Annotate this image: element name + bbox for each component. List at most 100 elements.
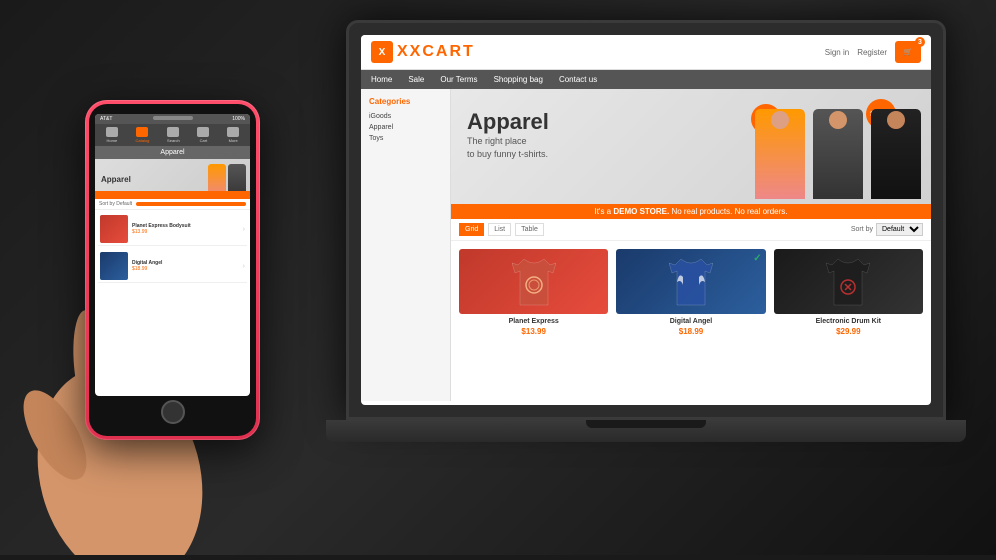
logo-x: X [397, 43, 410, 60]
nav-home[interactable]: Home [371, 75, 392, 84]
store-logo: X XXCART [371, 41, 475, 63]
product-name-2: Digital Angel [616, 318, 765, 325]
sidebar-categories-title: Categories [369, 97, 442, 106]
phone: AT&T 12:20 100% Home Catalog [85, 100, 260, 440]
phone-product-thumb-2 [100, 252, 128, 280]
phone-home-button[interactable] [161, 400, 185, 424]
nav-contactus[interactable]: Contact us [559, 75, 597, 84]
product-image-2: ✓ [616, 249, 765, 314]
store-nav: Home Sale Our Terms Shopping bag Contact… [361, 70, 931, 89]
products-header: Grid List Table Sort by Default [451, 219, 931, 241]
product-image-3 [774, 249, 923, 314]
search-icon [167, 127, 179, 137]
phone-nav-cart[interactable]: Cart [197, 127, 209, 143]
banner-demo-strip: It's a DEMO STORE. No real products. No … [451, 204, 931, 219]
phone-product-row-1[interactable]: Planet Express Bodysuit $13.99 › [98, 213, 247, 246]
phone-banner: Apparel [95, 159, 250, 199]
more-icon [227, 127, 239, 137]
figure-head-2 [829, 111, 847, 129]
cart-button[interactable]: 🛒 3 [895, 41, 921, 63]
phone-nav-more-label: More [229, 138, 238, 143]
phone-screen: AT&T 12:20 100% Home Catalog [95, 114, 250, 396]
tshirt-svg-2 [669, 257, 713, 307]
phone-product-price-2: $18.99 [132, 266, 239, 272]
product-price-1: $13.99 [459, 327, 608, 336]
phone-product-row-2[interactable]: Digital Angel $18.99 › [98, 250, 247, 283]
phone-banner-title: Apparel [101, 175, 131, 184]
phone-outer: AT&T 12:20 100% Home Catalog [85, 100, 260, 440]
nav-shoppingbag[interactable]: Shopping bag [494, 75, 543, 84]
phone-nav-catalog[interactable]: Catalog [136, 127, 150, 143]
product-name-1: Planet Express [459, 318, 608, 325]
product-price-3: $29.99 [774, 327, 923, 336]
figure-head-3 [887, 111, 905, 129]
tshirt-svg-3 [826, 257, 870, 307]
sort-by: Sort by Default [851, 223, 923, 236]
sidebar-item-toys[interactable]: Toys [369, 133, 442, 144]
cart-icon [197, 127, 209, 137]
cart-count: 3 [915, 37, 925, 47]
scene: X XXCART Sign in Register 🛒 3 [0, 0, 996, 555]
phone-nav-cart-label: Cart [200, 138, 208, 143]
phone-nav-home-label: Home [107, 138, 118, 143]
phone-carrier: AT&T [100, 116, 112, 122]
product-image-1 [459, 249, 608, 314]
phone-inner: AT&T 12:20 100% Home Catalog [89, 104, 256, 436]
sidebar-item-igoods[interactable]: iGoods [369, 111, 442, 122]
figure-3 [871, 109, 921, 199]
phone-nav-search-label: Search [167, 138, 180, 143]
logo-icon: X [371, 41, 393, 63]
figure-1 [755, 109, 805, 199]
store-main: Categories iGoods Apparel Toys $18.99 [361, 89, 931, 401]
tshirt-svg-1 [512, 257, 556, 307]
phone-nav-search[interactable]: Search [167, 127, 180, 143]
phone-sort-label: Sort by Default [99, 201, 132, 207]
phone-product-thumb-1 [100, 215, 128, 243]
products-grid: Planet Express $13.99 ✓ [451, 241, 931, 344]
tab-table[interactable]: Table [515, 223, 544, 236]
banner-subtitle: The right placeto buy funny t-shirts. [467, 135, 549, 160]
product-card-3: Electronic Drum Kit $29.99 [774, 249, 923, 336]
phone-page-title: Apparel [95, 146, 250, 159]
sort-label: Sort by [851, 226, 873, 233]
product-checkmark-2: ✓ [753, 253, 761, 264]
nav-ourterms[interactable]: Our Terms [440, 75, 477, 84]
store-sidebar: Categories iGoods Apparel Toys [361, 89, 451, 401]
phone-battery: 100% [232, 116, 245, 122]
phone-product-info-2: Digital Angel $18.99 [132, 260, 239, 272]
laptop-base [326, 420, 966, 442]
banner-figures [755, 109, 921, 199]
sidebar-item-apparel[interactable]: Apparel [369, 122, 442, 133]
nav-sale[interactable]: Sale [408, 75, 424, 84]
register-link[interactable]: Register [857, 48, 887, 57]
phone-nav-bar: Home Catalog Search Cart [95, 124, 250, 146]
banner: $18.99 $15.09 [451, 89, 931, 219]
product-name-3: Electronic Drum Kit [774, 318, 923, 325]
banner-title: Apparel [467, 109, 549, 135]
phone-speaker [153, 116, 193, 120]
phone-page-title-text: Apparel [160, 149, 184, 156]
tab-grid[interactable]: Grid [459, 223, 484, 236]
laptop-body: X XXCART Sign in Register 🛒 3 [346, 20, 946, 420]
phone-arrow-2: › [243, 263, 245, 270]
signin-link[interactable]: Sign in [825, 48, 849, 57]
sort-select[interactable]: Default [876, 223, 923, 236]
figure-2 [813, 109, 863, 199]
view-tabs: Grid List Table [459, 223, 544, 236]
header-right: Sign in Register 🛒 3 [825, 41, 921, 63]
phone-nav-catalog-label: Catalog [136, 138, 150, 143]
catalog-icon [136, 127, 148, 137]
phone-nav-home[interactable]: Home [106, 127, 118, 143]
logo-name: XCART [410, 43, 475, 60]
phone-product-price-1: $13.99 [132, 229, 239, 235]
laptop: X XXCART Sign in Register 🛒 3 [346, 20, 966, 520]
phone-sort-bar: Sort by Default [95, 199, 250, 210]
phone-nav-more[interactable]: More [227, 127, 239, 143]
phone-product-info-1: Planet Express Bodysuit $13.99 [132, 223, 239, 235]
phone-sort-progress [136, 202, 246, 206]
tab-list[interactable]: List [488, 223, 511, 236]
laptop-screen: X XXCART Sign in Register 🛒 3 [361, 35, 931, 405]
phone-banner-orange [95, 191, 250, 199]
figure-head-1 [771, 111, 789, 129]
product-card-1: Planet Express $13.99 [459, 249, 608, 336]
